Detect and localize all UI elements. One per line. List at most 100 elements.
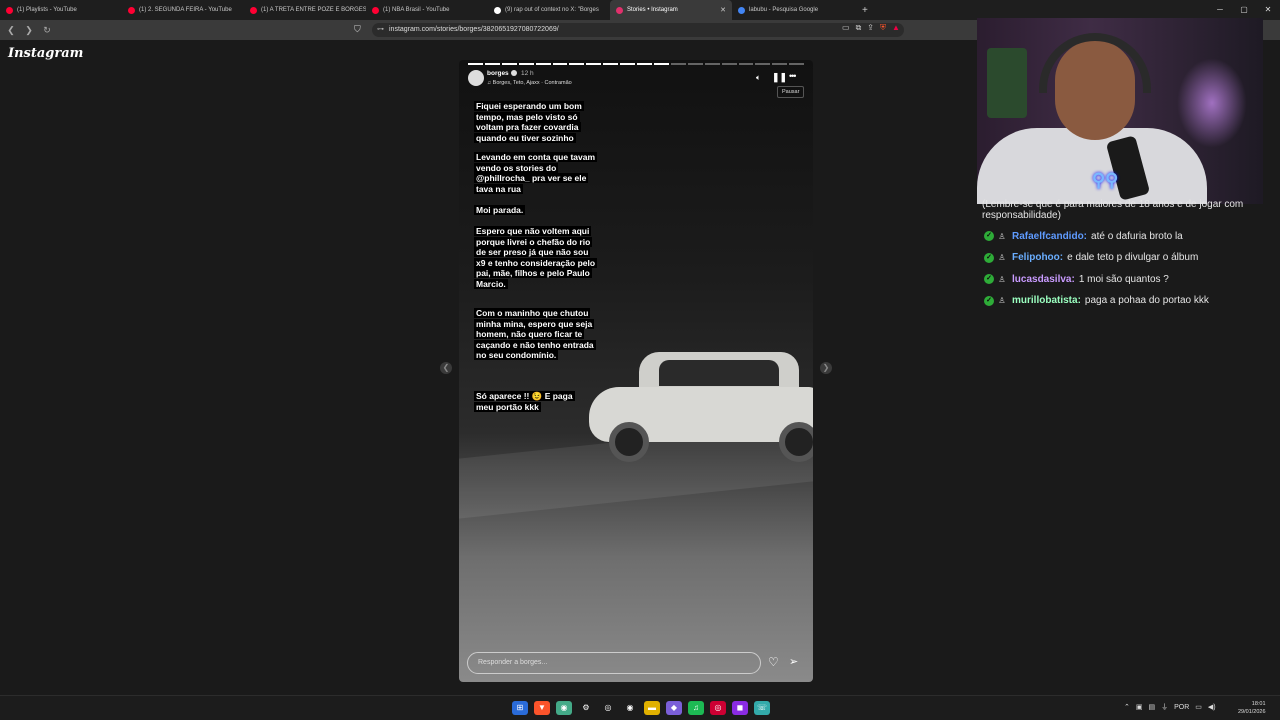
browser-tab[interactable]: (1) A TRETA ENTRE POZE E BORGES (244, 0, 366, 20)
chrome-icon[interactable]: ◉ (556, 701, 572, 715)
more-options-icon[interactable]: ••• (789, 71, 797, 81)
chat-badge-icon: ✓ (984, 295, 994, 306)
system-tray: ⌃ ▣ ▤ ⏚ POR ▭ ◀) (1124, 702, 1216, 712)
progress-segment (755, 63, 771, 65)
volume-icon[interactable]: 🔈︎ (756, 73, 761, 83)
tab-label: (1) 2. SEGUNDA FEIRA - YouTube (139, 7, 232, 13)
url-text: instagram.com/stories/borges/38206519270… (389, 26, 559, 33)
story-music-label: Borges, Teto, Ajaxx · Contramão (492, 80, 572, 86)
browser-tab[interactable]: (1) Playlists - YouTube (0, 0, 122, 20)
chat-text: e dale teto p divulgar o álbum (1067, 252, 1199, 263)
next-story-button[interactable]: ❯ (820, 362, 832, 374)
tab-label: labubu - Pesquisa Google (749, 7, 819, 13)
tray-app-icon[interactable]: ▣ (1136, 703, 1143, 711)
clock-date: 29/01/2026 (1238, 709, 1266, 715)
send-icon[interactable]: ➢ (789, 655, 798, 668)
previous-story-button[interactable]: ❮ (440, 362, 452, 374)
heart-icon[interactable]: ♡ (768, 655, 779, 669)
browser-tab[interactable]: (1) 2. SEGUNDA FEIRA - YouTube (122, 0, 244, 20)
forward-button[interactable]: ❯ (22, 25, 36, 36)
tab-label: (1) NBA Brasil - YouTube (383, 7, 450, 13)
new-tab-button[interactable]: + (862, 5, 868, 16)
tab-favicon-icon (6, 6, 13, 14)
story-caption-5: Com o maninho que chutou minha mina, esp… (474, 308, 596, 360)
tab-favicon-icon (128, 6, 135, 14)
discord-icon[interactable]: ◆ (666, 701, 682, 715)
avatar[interactable] (468, 70, 484, 86)
webcam-overlay: ⚲⚲ (977, 18, 1263, 204)
browser-tab[interactable]: (1) NBA Brasil - YouTube (366, 0, 488, 20)
close-tab-icon[interactable]: ✕ (720, 6, 726, 14)
close-window-button[interactable]: ✕ (1256, 0, 1280, 20)
user-icon: ♙ (998, 253, 1006, 262)
windows-start-icon[interactable]: ⊞ (512, 701, 528, 715)
tray-folder-icon[interactable]: ▤ (1149, 703, 1156, 711)
app2-icon[interactable]: ◉ (622, 701, 638, 715)
maximize-button[interactable]: ▢ (1232, 0, 1256, 20)
rewards-icon[interactable]: ▲ (892, 23, 900, 33)
reload-button[interactable]: ↻ (40, 25, 54, 36)
tab-label: (1) Playlists - YouTube (17, 7, 77, 13)
progress-segment (670, 63, 686, 65)
clock-time: 18:01 (1251, 701, 1266, 707)
progress-segment (603, 63, 619, 65)
site-info-icon[interactable]: ⊶ (377, 23, 384, 37)
tab-bar: (1) Playlists - YouTube (1) 2. SEGUNDA FE… (0, 0, 1280, 20)
brave-icon[interactable]: ▼ (534, 701, 550, 715)
story-caption-4: Espero que não voltem aqui porque livrei… (474, 226, 598, 289)
screenshot-icon[interactable]: ⧉ (856, 23, 862, 33)
user-icon: ♙ (998, 231, 1006, 241)
taskbar: ⊞ ▼ ◉ ⚙ ◎ ◉ ▬ ◆ ♫ ◎ ◼ ☏ ⌃ ▣ ▤ ⏚ POR ▭ ◀)… (0, 695, 1280, 720)
tab-favicon-icon (372, 6, 379, 14)
chat-badge-icon: ✓ (984, 274, 994, 284)
app-icon[interactable]: ◎ (600, 701, 616, 715)
chat-badge-icon: ✓ (984, 252, 994, 263)
progress-segment (704, 63, 720, 65)
progress-segment (687, 63, 703, 65)
bookmark-icon[interactable]: ⛉ (354, 24, 361, 35)
story-viewer[interactable]: borges 12 h ♫ Borges, Teto, Ajaxx · Cont… (459, 60, 813, 682)
window-controls: ─ ▢ ✕ (1208, 0, 1280, 20)
progress-segment (535, 63, 551, 65)
browser-tab[interactable]: Stories • Instagram ✕ (610, 0, 732, 20)
spotify-icon[interactable]: ♫ (688, 701, 704, 715)
bike-logo-icon: ⚲⚲ (1092, 170, 1119, 190)
app3-icon[interactable]: ◼ (732, 701, 748, 715)
url-field[interactable]: ⊶ instagram.com/stories/borges/382065192… (372, 23, 904, 37)
settings-icon[interactable]: ⚙ (578, 701, 594, 715)
volume-tray-icon[interactable]: ◀) (1208, 703, 1216, 711)
back-button[interactable]: ❮ (4, 25, 18, 36)
reply-input[interactable]: Responder a borges... (467, 652, 761, 674)
story-username[interactable]: borges (487, 70, 509, 77)
progress-segment (518, 63, 534, 65)
story-caption-1: Fiquei esperando um bom tempo, mas pelo … (474, 101, 584, 143)
browser-tab[interactable]: (9) rap out of context no X: "Borges (488, 0, 610, 20)
tab-favicon-icon (494, 6, 501, 14)
chat-username[interactable]: Rafaelfcandido: (1012, 231, 1087, 242)
tab-label: (1) A TRETA ENTRE POZE E BORGES (261, 7, 366, 13)
whatsapp-icon[interactable]: ☏ (754, 701, 770, 715)
browser-tab[interactable]: labubu - Pesquisa Google (732, 0, 854, 20)
clock[interactable]: 18:01 29/01/2026 (1238, 700, 1266, 716)
obs-icon[interactable]: ◎ (710, 701, 726, 715)
chat-badge-icon: ✓ (984, 231, 994, 241)
pause-icon[interactable]: ❚❚ (772, 72, 787, 83)
shield-icon[interactable]: ⛨ (880, 23, 886, 33)
tray-chevron-icon[interactable]: ⌃ (1124, 703, 1130, 711)
progress-segment (637, 63, 652, 65)
network-icon[interactable]: ▭ (1195, 703, 1202, 711)
tab-favicon-icon (616, 6, 623, 14)
story-music[interactable]: ♫ Borges, Teto, Ajaxx · Contramão (487, 80, 572, 86)
instagram-logo[interactable]: Instagram (8, 46, 83, 61)
story-progress-bar (468, 63, 805, 65)
chat-username[interactable]: murillobatista: (1012, 295, 1081, 306)
folder-icon[interactable]: ▬ (644, 701, 660, 715)
cast-icon[interactable]: ▭ (842, 23, 850, 33)
minimize-button[interactable]: ─ (1208, 0, 1232, 20)
tray-mic-icon[interactable]: ⏚ (1161, 702, 1168, 712)
language-indicator[interactable]: POR (1174, 704, 1189, 711)
story-caption-2: Levando em conta que tavam vendo os stor… (474, 152, 598, 194)
chat-username[interactable]: Felipohoo: (1012, 252, 1063, 263)
chat-username[interactable]: lucasdasilva: (1012, 274, 1075, 285)
share-icon[interactable]: ⇪ (867, 23, 874, 33)
